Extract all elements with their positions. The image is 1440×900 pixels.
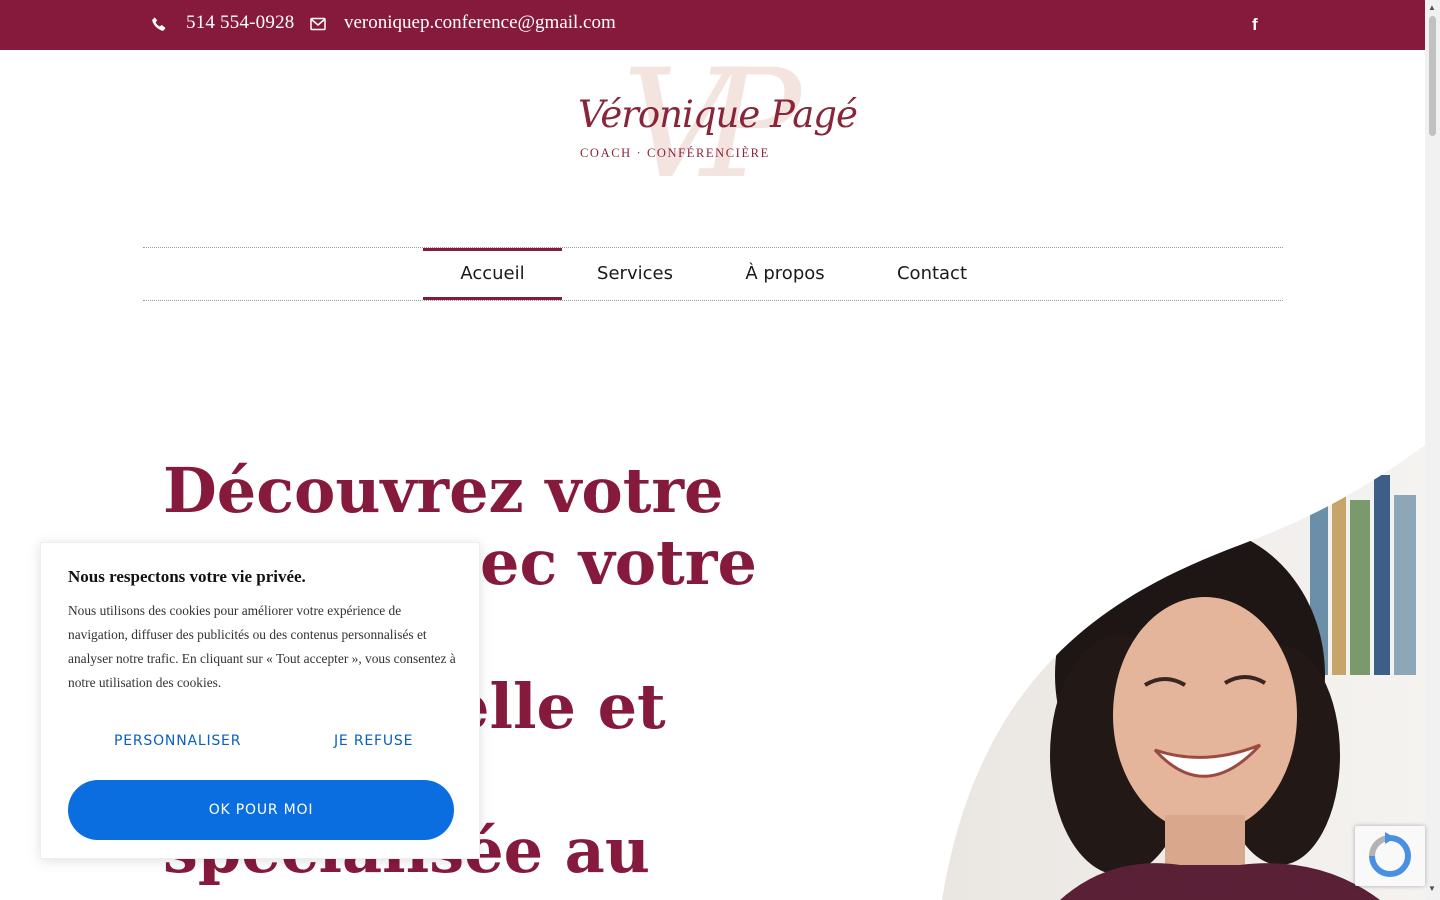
cookie-title: Nous respectons votre vie privée. (68, 567, 306, 586)
scroll-down-arrow-icon[interactable]: ▼ (1428, 884, 1436, 893)
hero-line-1: Découvrez votre (163, 454, 724, 527)
nav-item-accueil[interactable]: Accueil (423, 248, 562, 300)
refuse-button[interactable]: JE REFUSE (334, 733, 413, 749)
recaptcha-icon (1369, 832, 1411, 877)
site-logo[interactable]: VP Véronique Pagé COACH · CONFÉRENCIÈRE (570, 50, 860, 225)
scroll-up-arrow-icon[interactable]: ▲ (1428, 3, 1436, 12)
phone-icon (152, 17, 166, 31)
phone-number[interactable]: 514 554-0928 (186, 12, 294, 34)
nav-item-a-propos[interactable]: À propos (733, 248, 837, 300)
cookie-consent-dialog: Nous respectons votre vie privée. Nous u… (40, 542, 480, 859)
envelope-icon (310, 17, 326, 31)
nav-item-services[interactable]: Services (583, 248, 687, 300)
scrollbar-thumb[interactable] (1429, 16, 1436, 136)
logo-name: Véronique Pagé (578, 93, 858, 136)
recaptcha-badge[interactable] (1355, 826, 1425, 886)
facebook-icon[interactable]: f (1252, 15, 1264, 34)
cookie-description: Nous utilisons des cookies pour améliore… (68, 603, 456, 690)
customize-button[interactable]: PERSONNALISER (114, 733, 241, 749)
logo-tagline: COACH · CONFÉRENCIÈRE (580, 146, 770, 160)
main-navigation: Accueil Services À propos Contact (143, 247, 1283, 301)
accept-cookies-button[interactable]: OK POUR MOI (68, 780, 454, 840)
email-link[interactable]: veroniquep.conference@gmail.com (344, 12, 616, 34)
hero-portrait-image (940, 445, 1425, 900)
nav-item-contact[interactable]: Contact (887, 248, 977, 300)
page-scrollbar[interactable]: ▲ ▼ (1425, 0, 1440, 900)
